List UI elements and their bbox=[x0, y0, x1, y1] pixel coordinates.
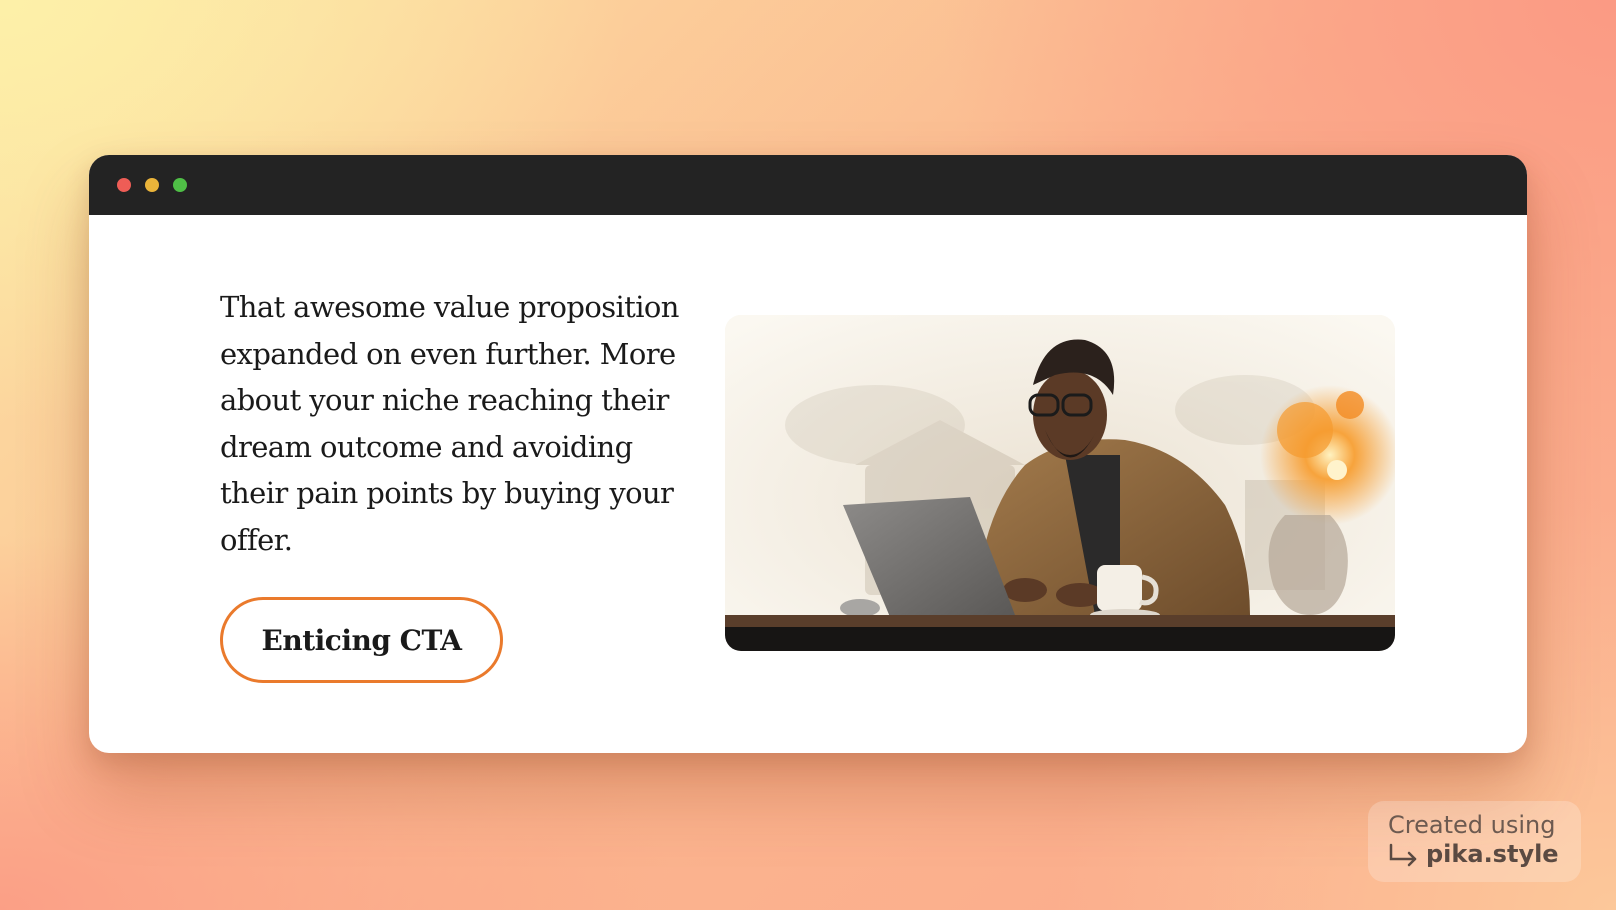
hero-image bbox=[725, 315, 1395, 651]
browser-window: That awesome value proposition expanded … bbox=[89, 155, 1527, 753]
watermark-caption: Created using bbox=[1388, 811, 1556, 839]
page-content: That awesome value proposition expanded … bbox=[89, 215, 1527, 753]
watermark-brand-text: pika.style bbox=[1426, 840, 1559, 868]
watermark-brand: pika.style bbox=[1388, 840, 1581, 869]
hero-illustration bbox=[725, 315, 1395, 651]
cta-button[interactable]: Enticing CTA bbox=[220, 597, 503, 683]
window-titlebar bbox=[89, 155, 1527, 215]
minimize-window-button[interactable] bbox=[145, 178, 159, 192]
watermark-badge: Created using pika.style bbox=[1368, 801, 1581, 882]
hero-description: That awesome value proposition expanded … bbox=[220, 290, 679, 557]
close-window-button[interactable] bbox=[117, 178, 131, 192]
maximize-window-button[interactable] bbox=[173, 178, 187, 192]
return-arrow-icon bbox=[1389, 843, 1417, 866]
